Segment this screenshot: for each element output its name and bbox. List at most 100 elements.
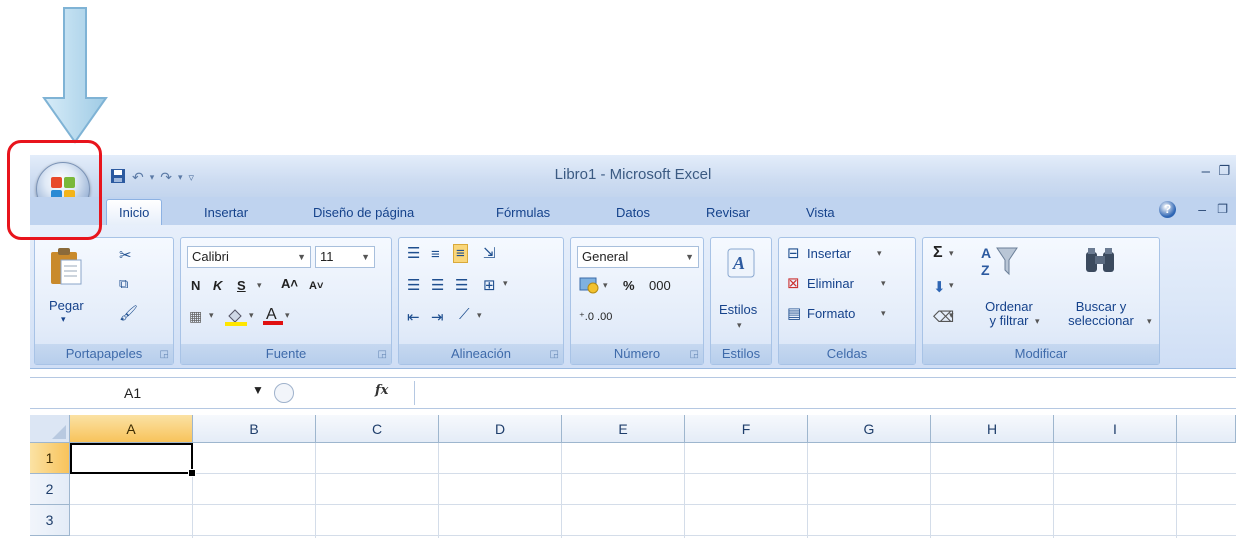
insert-dropdown-icon[interactable]: ▾: [877, 248, 882, 259]
insert-function-button[interactable]: fx: [375, 383, 388, 398]
grow-font-button[interactable]: A˄: [281, 276, 298, 291]
thousands-separator-button[interactable]: 000: [649, 278, 671, 293]
alignment-launcher-icon[interactable]: ◲: [550, 349, 559, 360]
clipboard-launcher-icon[interactable]: ◲: [160, 349, 169, 360]
borders-dropdown-icon[interactable]: ▾: [209, 310, 214, 321]
format-dropdown-icon[interactable]: ▾: [881, 308, 886, 319]
name-box[interactable]: A1 ▼: [32, 381, 268, 405]
styles-icon[interactable]: A: [727, 248, 755, 282]
column-header-a[interactable]: A: [70, 415, 193, 443]
delete-dropdown-icon[interactable]: ▾: [881, 278, 886, 289]
copy-icon[interactable]: ⧉: [119, 276, 128, 292]
styles-dropdown-icon[interactable]: ▾: [737, 320, 742, 331]
find-select-dropdown-icon[interactable]: ▾: [1147, 316, 1152, 327]
merge-center-icon[interactable]: ⊞: [483, 276, 496, 294]
help-icon[interactable]: ?: [1159, 201, 1176, 218]
number-format-select[interactable]: General ▼: [577, 246, 699, 268]
clear-dropdown-icon[interactable]: ▾: [949, 310, 954, 321]
row-header-2[interactable]: 2: [30, 474, 70, 505]
row-header-3[interactable]: 3: [30, 505, 70, 536]
font-launcher-icon[interactable]: ◲: [378, 349, 387, 360]
fill-handle[interactable]: [188, 469, 196, 477]
wrap-text-icon[interactable]: ⇲: [483, 244, 496, 262]
column-header-d[interactable]: D: [439, 415, 562, 443]
find-select-button[interactable]: Buscar y seleccionar: [1053, 300, 1149, 328]
italic-button[interactable]: K: [213, 278, 222, 293]
customize-qat-icon[interactable]: ▿: [189, 171, 195, 184]
column-header-i[interactable]: I: [1054, 415, 1177, 443]
borders-icon[interactable]: ▦: [189, 308, 202, 325]
number-launcher-icon[interactable]: ◲: [690, 349, 699, 360]
paste-icon[interactable]: [49, 246, 83, 292]
tab-datos[interactable]: Datos: [616, 205, 650, 220]
group-alignment: ☰ ≡ ≡ ⇲ ☰ ☰ ☰ ⊞ ▾ ⇤ ⇥ ⟋ ▾ Alineación ◲: [398, 237, 564, 365]
column-header-b[interactable]: B: [193, 415, 316, 443]
font-color-icon[interactable]: A: [263, 304, 283, 330]
format-cells-button[interactable]: Formato: [807, 306, 855, 321]
align-bottom-icon[interactable]: ≡: [453, 244, 468, 263]
minimize-button[interactable]: –: [1202, 163, 1210, 180]
insert-cells-button[interactable]: Insertar: [807, 246, 851, 261]
tab-revisar[interactable]: Revisar: [706, 205, 750, 220]
column-header-partial[interactable]: [1177, 415, 1236, 443]
underline-dropdown-icon[interactable]: ▾: [257, 280, 262, 291]
tab-inicio[interactable]: Inicio: [106, 199, 163, 226]
accounting-dropdown-icon[interactable]: ▾: [603, 280, 608, 291]
tab-vista[interactable]: Vista: [806, 205, 835, 220]
bold-button[interactable]: N: [191, 278, 200, 293]
redo-dropdown-icon[interactable]: ▾: [178, 172, 183, 183]
column-header-h[interactable]: H: [931, 415, 1054, 443]
align-top-icon[interactable]: ☰: [407, 244, 420, 262]
font-name-select[interactable]: Calibri ▼: [187, 246, 311, 268]
font-color-dropdown-icon[interactable]: ▾: [285, 310, 290, 321]
format-painter-icon[interactable]: 🖌: [119, 304, 138, 322]
align-left-icon[interactable]: ☰: [407, 276, 420, 294]
chevron-down-icon[interactable]: ▼: [252, 383, 264, 397]
sort-filter-dropdown-icon[interactable]: ▾: [1035, 316, 1040, 327]
formula-input[interactable]: [414, 381, 1235, 405]
tab-formulas[interactable]: Fórmulas: [496, 205, 550, 220]
tab-insertar[interactable]: Insertar: [204, 205, 248, 220]
redo-icon[interactable]: ↷: [160, 169, 172, 186]
workbook-restore-button[interactable]: ❐: [1217, 202, 1228, 216]
increase-decimal-button[interactable]: ⁺.0 .00: [579, 310, 612, 323]
align-right-icon[interactable]: ☰: [455, 276, 468, 294]
row-header-1[interactable]: 1: [30, 443, 70, 474]
paste-button-label[interactable]: Pegar: [49, 298, 84, 313]
orientation-dropdown-icon[interactable]: ▾: [477, 310, 482, 321]
active-cell[interactable]: [70, 443, 193, 474]
autosum-icon[interactable]: Σ: [933, 244, 943, 262]
workbook-minimize-button[interactable]: –: [1198, 201, 1206, 217]
fill-down-icon[interactable]: ⬇: [933, 278, 946, 296]
undo-dropdown-icon[interactable]: ▾: [150, 172, 155, 183]
shrink-font-button[interactable]: A˅: [309, 280, 323, 292]
decrease-indent-icon[interactable]: ⇤: [407, 308, 420, 326]
styles-button-label[interactable]: Estilos: [719, 302, 757, 317]
column-header-e[interactable]: E: [562, 415, 685, 443]
align-middle-icon[interactable]: ≡: [431, 246, 440, 263]
cut-icon[interactable]: ✂: [119, 246, 132, 264]
restore-button[interactable]: ❐: [1218, 163, 1230, 179]
delete-cells-button[interactable]: Eliminar: [807, 276, 854, 291]
underline-button[interactable]: S: [237, 278, 246, 293]
save-icon[interactable]: [110, 168, 126, 187]
column-header-c[interactable]: C: [316, 415, 439, 443]
tab-diseno-de-pagina[interactable]: Diseño de página: [313, 205, 414, 220]
increase-indent-icon[interactable]: ⇥: [431, 308, 444, 326]
accounting-format-icon[interactable]: [579, 276, 599, 298]
fill-color-icon[interactable]: [225, 306, 247, 330]
percent-style-button[interactable]: %: [623, 278, 635, 293]
paste-dropdown-icon[interactable]: ▾: [61, 314, 66, 325]
font-size-select[interactable]: 11 ▼: [315, 246, 375, 268]
autosum-dropdown-icon[interactable]: ▾: [949, 248, 954, 259]
undo-icon[interactable]: ↶: [132, 169, 144, 186]
column-header-g[interactable]: G: [808, 415, 931, 443]
fill-color-dropdown-icon[interactable]: ▾: [249, 310, 254, 321]
editing-group-label: Modificar: [923, 344, 1159, 364]
orientation-icon[interactable]: ⟋: [459, 306, 470, 323]
column-header-f[interactable]: F: [685, 415, 808, 443]
merge-dropdown-icon[interactable]: ▾: [503, 278, 508, 289]
fill-dropdown-icon[interactable]: ▾: [949, 280, 954, 291]
align-center-icon[interactable]: ☰: [431, 276, 444, 294]
sort-filter-button[interactable]: Ordenar y filtrar: [977, 300, 1041, 328]
